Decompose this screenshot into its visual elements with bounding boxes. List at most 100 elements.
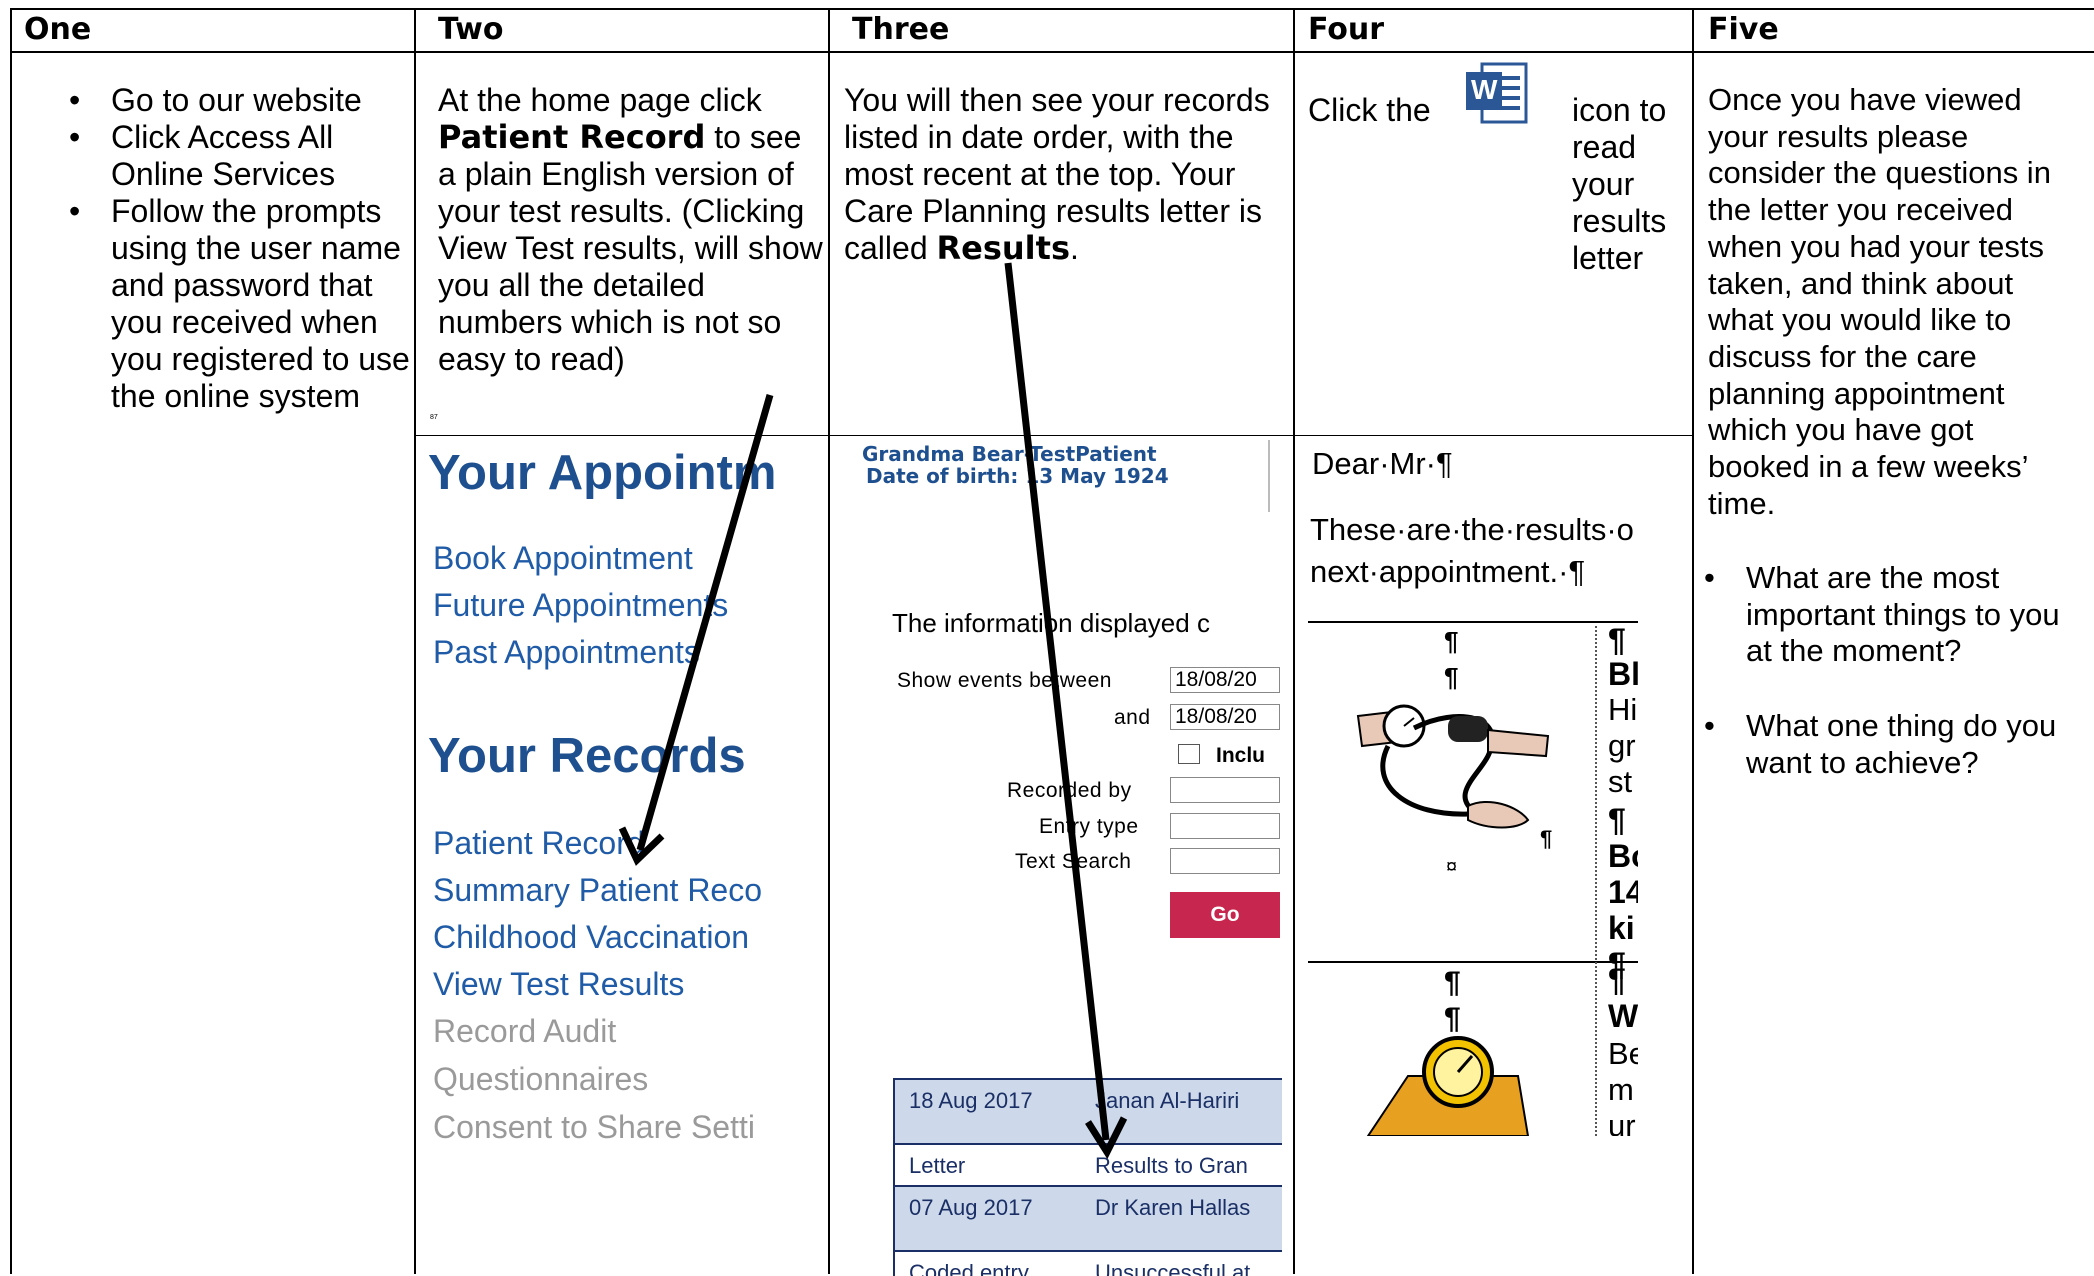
header-one: One [24,12,92,47]
link-summary-patient-record[interactable]: Summary Patient Reco [433,872,762,909]
patient-name: Grandma Bear-TestPatient [862,442,1157,466]
go-button[interactable]: Go [1170,892,1280,938]
arrow-to-results-letter [1004,262,1110,1141]
col4-instructions: Click the W icon to read your results le… [1308,62,1683,276]
record-date: 07 Aug 2017 [909,1195,1033,1220]
letter-fragment: Bo [1608,838,1638,874]
pilcrow: ¶ [1540,826,1553,851]
letter-fragment: 14 [1608,874,1638,910]
link-future-appointments[interactable]: Future Appointments [433,587,728,624]
header-row-border [10,51,2094,53]
tiny-mark: 87 [430,414,438,421]
pilcrow: ¶ [1444,626,1459,656]
link-childhood-vaccination[interactable]: Childhood Vaccination [433,919,749,956]
recorded-by-label: Recorded by [1007,779,1132,802]
blood-pressure-icon [1356,704,1550,829]
include-label: Inclu [1216,744,1266,767]
pilcrow: ¶ [1444,662,1459,692]
letter-rule-1 [1308,621,1638,623]
panel-separator [1268,440,1270,512]
date-to-input[interactable]: 18/08/20 [1170,704,1280,730]
header-four: Four [1308,12,1385,47]
col5-question: What one thing do you want to achieve? [1704,708,2086,781]
link-book-appointment[interactable]: Book Appointment [433,540,693,577]
letter-line2: next·appointment.·¶ [1310,554,1586,589]
col-border-3 [1293,8,1295,1274]
col-border-4 [1692,8,1694,1274]
entry-type-label: Entry type [1039,815,1139,838]
record-row-1[interactable]: 18 Aug 2017 Janan Al-Hariri [895,1080,1282,1145]
link-questionnaires: Questionnaires [433,1061,649,1097]
info-text: The information displayed c [892,608,1210,638]
letter-fragment: ki [1608,910,1635,946]
letter-fragment: ur [1608,1108,1636,1136]
table-top-border [10,8,2094,10]
col-border-0 [10,8,12,1274]
record-type: Letter [909,1153,966,1178]
letter-fragment: st [1608,764,1633,799]
include-checkbox[interactable] [1178,744,1200,764]
col-border-1 [414,8,416,1274]
patient-dob: Date of birth: 13 May 1924 [866,464,1169,488]
cell-mark: ¤ [1446,856,1458,878]
letter-rule-2 [1308,961,1638,963]
header-three: Three [852,12,950,47]
record-author: Janan Al-Hariri [1095,1088,1240,1113]
record-row-2[interactable]: Letter Results to Gran [895,1145,1282,1187]
letter-dotted-divider [1595,626,1597,1136]
link-past-appointments[interactable]: Past Appointments [433,634,700,671]
col1-step: Click Access All Online Services [69,119,411,193]
recorded-by-input[interactable] [1170,777,1280,803]
letter-greeting: Dear·Mr·¶ [1312,446,1453,481]
record-date: 18 Aug 2017 [909,1088,1033,1113]
col3-instructions: You will then see your records listed in… [844,82,1270,267]
letter-fragment: ¶ [1608,622,1626,658]
letter-preview: Dear·Mr·¶ These·are·the·results·o next·a… [1308,436,1638,1136]
letter-line1: These·are·the·results·o [1310,512,1634,547]
col1-steps: Go to our website Click Access All Onlin… [69,82,411,415]
link-view-test-results[interactable]: View Test Results [433,966,684,1003]
record-author: Dr Karen Hallas [1095,1195,1251,1220]
word-icon-letter: W [1471,74,1498,105]
link-consent-to-share: Consent to Share Setti [433,1109,755,1145]
letter-fragment: ¶ [1608,802,1626,838]
letter-fragment: Be [1608,1036,1638,1071]
letter-fragment: ¶ [1608,962,1626,998]
header-five: Five [1708,12,1779,47]
and-label: and [1114,706,1151,729]
header-two: Two [438,12,504,47]
col5-questions: What are the most important things to yo… [1704,560,2086,782]
records-table: 18 Aug 2017 Janan Al-Hariri Letter Resul… [893,1078,1282,1276]
records-heading: Your Records [428,729,746,783]
link-record-audit: Record Audit [433,1013,617,1049]
col4-instructions-rest: icon to read your results letter [1572,92,1667,276]
letter-fragment: gr [1608,728,1636,763]
weighing-scale-icon [1366,1036,1530,1136]
record-results-letter[interactable]: Results to Gran [1095,1153,1248,1179]
letter-fragment: m [1608,1072,1634,1107]
word-document-icon: W [1462,60,1532,126]
date-from-input[interactable]: 18/08/20 [1170,667,1280,693]
pilcrow: ¶ [1444,966,1461,999]
letter-fragment: Bl [1608,656,1638,692]
results-emphasis: Results [936,229,1070,267]
col1-step: Follow the prompts using the user name a… [69,193,411,415]
go-button-label: Go [1210,903,1240,926]
text-search-label: Text Search [1015,850,1132,873]
pilcrow: ¶ [1444,1002,1461,1035]
letter-fragment: Hi [1608,692,1638,727]
col5-question: What are the most important things to yo… [1704,560,2086,670]
col-border-2 [828,8,830,1274]
record-row-3[interactable]: 07 Aug 2017 Dr Karen Hallas [895,1187,1282,1252]
record-row-4[interactable]: Coded entry Unsuccessful at [895,1252,1282,1276]
col1-step: Go to our website [69,82,411,119]
show-between-label: Show events between [897,669,1112,692]
link-patient-record[interactable]: Patient Record [433,825,645,862]
entry-type-input[interactable] [1170,813,1280,839]
col2-instructions: At the home page click Patient Record to… [438,82,823,377]
col5-text: Once you have viewed your results please… [1708,82,2051,521]
text-search-input[interactable] [1170,848,1280,874]
patient-record-emphasis: Patient Record [438,118,706,156]
letter-fragment: W [1608,998,1638,1034]
appointments-heading: Your Appointm [428,446,777,500]
